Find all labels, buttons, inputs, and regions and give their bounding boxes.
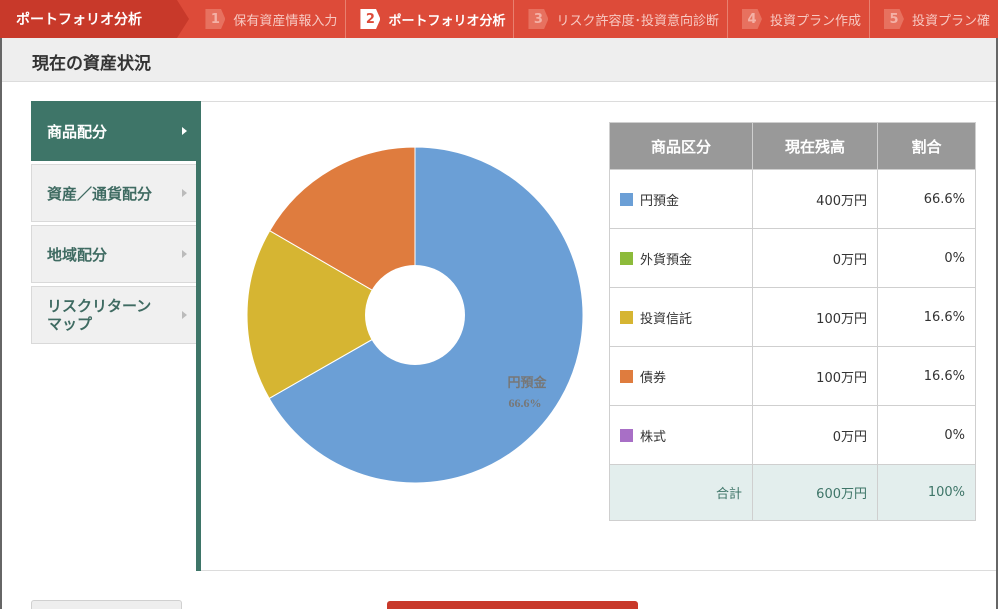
slice-label-value: 66.6% [509,396,542,410]
nav-item-region-allocation[interactable]: 地域配分 [31,225,197,283]
total-ratio: 100% [877,464,976,521]
nav-item-label: 商品配分 [47,122,108,141]
balance-cell: 0万円 [752,228,878,288]
step-number-icon: 3 [528,9,549,29]
step-label: 保有資産情報入力 [233,13,338,29]
color-swatch-icon [620,369,633,383]
page-title: 現在の資産状況 [32,54,151,74]
step-2[interactable]: 2 ポートフォリオ分析 [346,0,515,38]
nav-item-label: 地域配分 [47,245,108,264]
step-1[interactable]: 1 保有資産情報入力 [191,0,347,38]
balance-cell: 100万円 [752,346,878,406]
category-name: 投資信託 [640,311,693,327]
nav-item-asset-currency-allocation[interactable]: 資産／通貨配分 [31,164,197,222]
table-row: 投資信託 100万円 16.6% [609,287,976,347]
step-5[interactable]: 5 投資プラン確 [870,0,998,38]
step-label: ポートフォリオ分析 [388,13,506,29]
ratio-cell: 0% [877,405,976,465]
balance-cell: 0万円 [752,405,878,465]
table-row: 外貨預金 0万円 0% [609,228,976,288]
table-row: 円預金 400万円 66.6% [609,169,976,229]
balance-cell: 400万円 [752,169,878,229]
nav-item-risk-return-map[interactable]: リスクリターン マップ [31,286,197,344]
column-header-balance: 現在残高 [752,122,878,170]
ratio-cell: 66.6% [877,169,976,229]
column-header-ratio: 割合 [877,122,976,170]
step-3[interactable]: 3 リスク許容度･投資意向診断 [514,0,728,38]
total-balance: 600万円 [752,464,878,521]
step-bar-title: ポートフォリオ分析 [0,0,190,38]
step-label: 投資プラン作成 [769,13,861,29]
allocation-table: 商品区分 現在残高 割合 円預金 400万円 66.6% 外貨預金 0万円 0%… [609,122,976,521]
nav-divider [196,101,201,571]
nav-item-product-allocation[interactable]: 商品配分 [31,101,197,161]
back-button[interactable] [31,600,182,609]
step-number-icon: 4 [741,9,762,29]
color-swatch-icon [620,428,633,442]
panel-border-top [201,101,996,102]
donut-hole [365,265,465,365]
page-header: 現在の資産状況 [0,38,998,82]
total-label: 合計 [609,464,753,521]
ratio-cell: 16.6% [877,346,976,406]
chevron-right-icon [182,127,187,135]
chevron-right-icon [182,189,187,197]
step-label: リスク許容度･投資意向診断 [556,13,719,29]
color-swatch-icon [620,192,633,206]
balance-cell: 100万円 [752,287,878,347]
table-row: 債券 100万円 16.6% [609,346,976,406]
step-number-icon: 5 [883,9,904,29]
column-header-category: 商品区分 [609,122,753,170]
table-total-row: 合計 600万円 100% [609,464,976,521]
ratio-cell: 16.6% [877,287,976,347]
chevron-right-icon [182,250,187,258]
nav-item-label: 資産／通貨配分 [47,184,153,203]
frame-border-left [0,38,2,609]
color-swatch-icon [620,251,633,265]
color-swatch-icon [620,310,633,324]
step-4[interactable]: 4 投資プラン作成 [728,0,870,38]
side-nav: 商品配分 資産／通貨配分 地域配分 リスクリターン マップ [31,101,201,347]
category-name: 株式 [640,429,667,445]
step-number-icon: 1 [205,9,226,29]
table-header-row: 商品区分 現在残高 割合 [609,122,976,170]
step-number-icon: 2 [360,9,381,29]
next-button[interactable] [387,601,638,609]
category-name: 円預金 [640,193,680,209]
chevron-right-icon [182,311,187,319]
panel-border-bottom [201,570,996,571]
category-name: 債券 [640,370,667,386]
nav-item-label: リスクリターン マップ [47,297,152,333]
category-name: 外貨預金 [640,252,693,268]
ratio-cell: 0% [877,228,976,288]
table-row: 株式 0万円 0% [609,405,976,465]
allocation-donut-chart: 円預金 66.6% [246,146,584,484]
step-bar: ポートフォリオ分析 1 保有資産情報入力 2 ポートフォリオ分析 3 リスク許容… [0,0,998,38]
step-label: 投資プラン確 [911,13,990,29]
slice-label-name: 円預金 [507,375,547,390]
